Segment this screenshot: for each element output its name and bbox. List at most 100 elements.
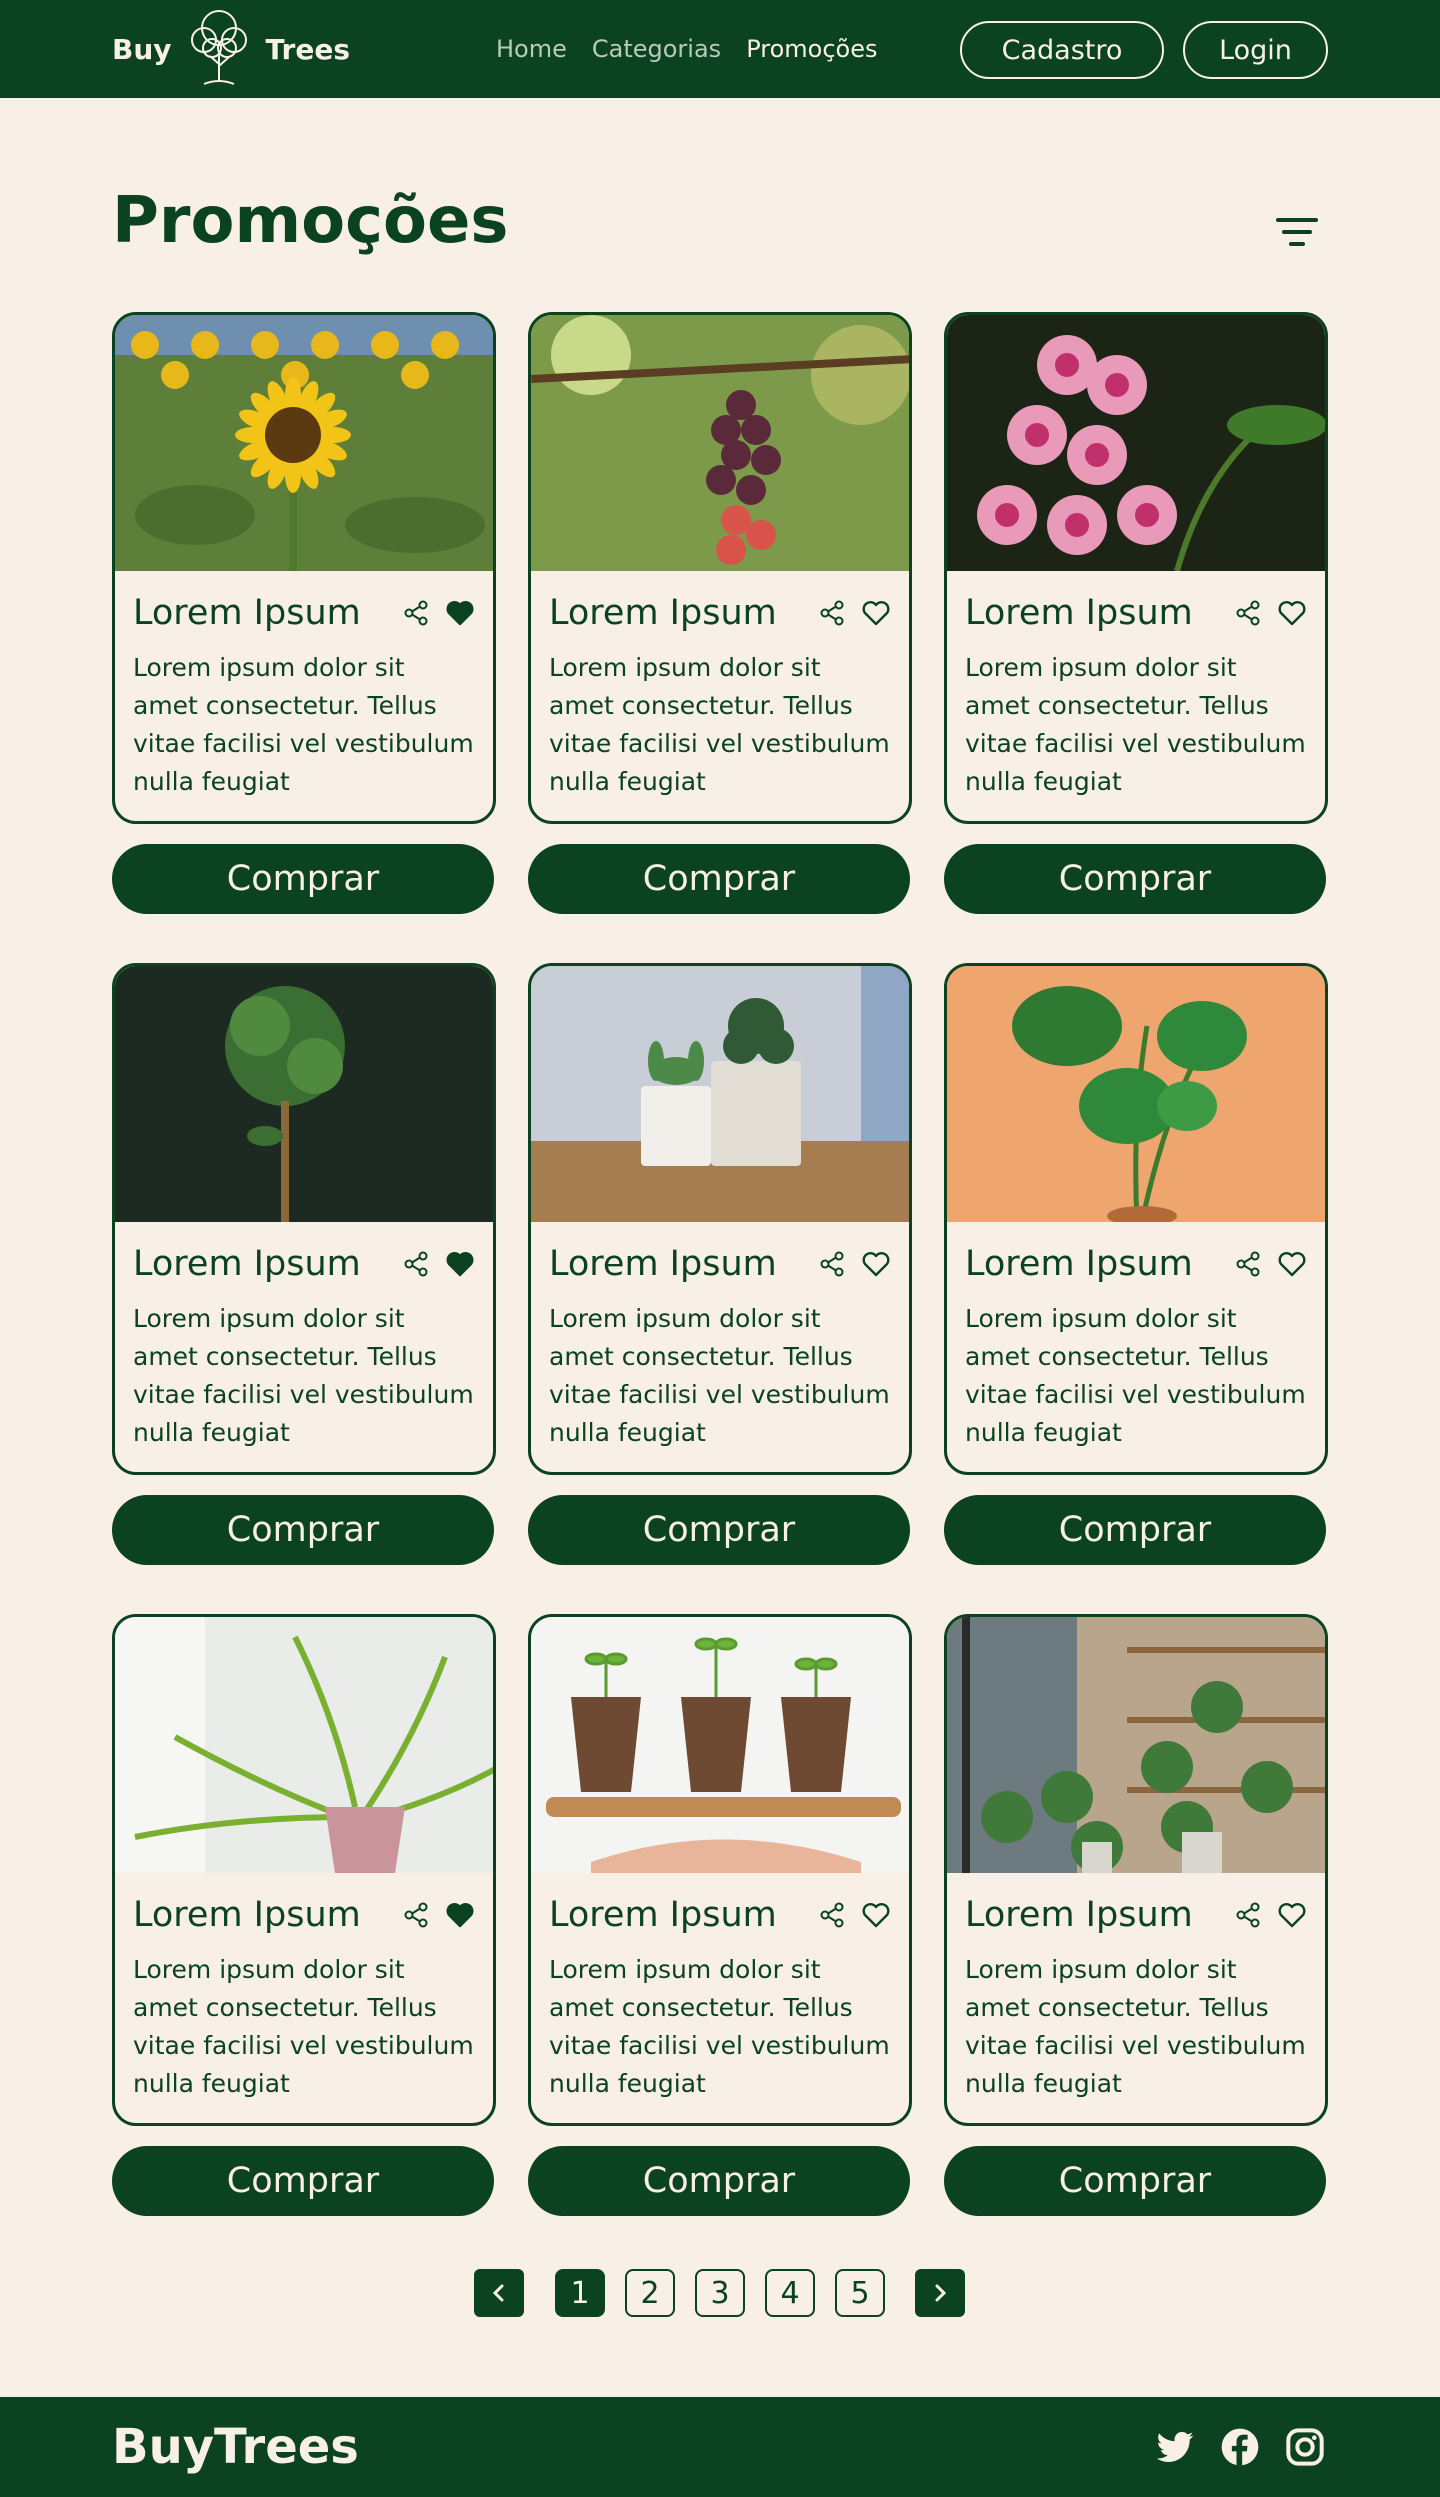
product-description: Lorem ipsum dolor sit amet consectetur. …	[549, 1955, 890, 2098]
product-card[interactable]: Lorem Ipsum Lorem ipsum dolor sit amet c…	[112, 312, 496, 824]
product-title: Lorem Ipsum	[549, 593, 777, 633]
main-nav: Home Categorias Promoções	[496, 0, 877, 98]
share-icon[interactable]	[401, 1900, 431, 1930]
product-card[interactable]: Lorem Ipsum Lorem ipsum dolor sit amet c…	[528, 1614, 912, 2126]
instagram-icon[interactable]	[1285, 2427, 1325, 2467]
page-title: Promoções	[112, 184, 509, 258]
pagination: 1 2 3 4 5	[474, 2269, 966, 2319]
product-image-wrap[interactable]	[531, 315, 909, 571]
product-title: Lorem Ipsum	[965, 593, 1193, 633]
signup-button[interactable]: Cadastro	[960, 21, 1164, 79]
footer-brand: BuyTrees	[112, 2419, 359, 2475]
tree-logo-icon	[190, 10, 247, 85]
facebook-icon[interactable]	[1220, 2427, 1260, 2467]
product-title: Lorem Ipsum	[549, 1895, 777, 1935]
product-description: Lorem ipsum dolor sit amet consectetur. …	[965, 1955, 1306, 2098]
product-title: Lorem Ipsum	[133, 593, 361, 633]
heart-outline-icon[interactable]	[861, 1249, 891, 1279]
product-image	[531, 966, 909, 1222]
buy-button[interactable]: Comprar	[944, 2146, 1326, 2216]
product-description: Lorem ipsum dolor sit amet consectetur. …	[549, 653, 890, 796]
product-image-wrap[interactable]	[947, 1617, 1325, 1873]
product-image	[947, 1617, 1325, 1873]
share-icon[interactable]	[817, 598, 847, 628]
product-image	[531, 1617, 909, 1873]
share-icon[interactable]	[1233, 1900, 1263, 1930]
page-button-1[interactable]: 1	[555, 2269, 605, 2317]
twitter-icon[interactable]	[1155, 2427, 1195, 2467]
product-image	[947, 966, 1325, 1222]
buy-button[interactable]: Comprar	[528, 2146, 910, 2216]
share-icon[interactable]	[817, 1249, 847, 1279]
filter-icon[interactable]	[1272, 210, 1322, 254]
chevron-left-icon	[492, 2284, 504, 2302]
product-title: Lorem Ipsum	[549, 1244, 777, 1284]
buy-button[interactable]: Comprar	[112, 2146, 494, 2216]
buy-button[interactable]: Comprar	[112, 844, 494, 914]
product-title: Lorem Ipsum	[133, 1895, 361, 1935]
page-button-3[interactable]: 3	[695, 2269, 745, 2317]
buy-button[interactable]: Comprar	[944, 844, 1326, 914]
page-button-2[interactable]: 2	[625, 2269, 675, 2317]
heart-outline-icon[interactable]	[861, 1900, 891, 1930]
prev-page-button[interactable]	[474, 2269, 524, 2317]
nav-categorias[interactable]: Categorias	[592, 35, 721, 63]
share-icon[interactable]	[401, 598, 431, 628]
product-image	[947, 315, 1325, 571]
product-title: Lorem Ipsum	[133, 1244, 361, 1284]
product-image-wrap[interactable]	[947, 966, 1325, 1222]
logo[interactable]: Buy Trees	[112, 4, 350, 94]
top-navbar: Buy Trees Home Categorias Promoções Cada…	[0, 0, 1440, 98]
product-image	[115, 315, 493, 571]
product-image-wrap[interactable]	[115, 966, 493, 1222]
heart-outline-icon[interactable]	[1277, 598, 1307, 628]
logo-text-right: Trees	[265, 32, 351, 66]
buy-button[interactable]: Comprar	[112, 1495, 494, 1565]
product-card[interactable]: Lorem Ipsum Lorem ipsum dolor sit amet c…	[528, 312, 912, 824]
buy-button[interactable]: Comprar	[528, 1495, 910, 1565]
product-title: Lorem Ipsum	[965, 1895, 1193, 1935]
product-description: Lorem ipsum dolor sit amet consectetur. …	[549, 1304, 890, 1447]
page-button-4[interactable]: 4	[765, 2269, 815, 2317]
buy-button[interactable]: Comprar	[944, 1495, 1326, 1565]
nav-promocoes[interactable]: Promoções	[746, 35, 877, 63]
product-image	[115, 966, 493, 1222]
product-image-wrap[interactable]	[531, 966, 909, 1222]
product-card[interactable]: Lorem Ipsum Lorem ipsum dolor sit amet c…	[944, 312, 1328, 824]
product-image	[115, 1617, 493, 1873]
chevron-right-icon	[935, 2284, 947, 2302]
product-description: Lorem ipsum dolor sit amet consectetur. …	[965, 1304, 1306, 1447]
share-icon[interactable]	[1233, 598, 1263, 628]
heart-filled-icon[interactable]	[445, 1900, 475, 1930]
product-card[interactable]: Lorem Ipsum Lorem ipsum dolor sit amet c…	[944, 963, 1328, 1475]
footer: BuyTrees	[0, 2397, 1440, 2497]
product-title: Lorem Ipsum	[965, 1244, 1193, 1284]
page-button-5[interactable]: 5	[835, 2269, 885, 2317]
share-icon[interactable]	[1233, 1249, 1263, 1279]
heart-outline-icon[interactable]	[1277, 1249, 1307, 1279]
product-description: Lorem ipsum dolor sit amet consectetur. …	[965, 653, 1306, 796]
share-icon[interactable]	[817, 1900, 847, 1930]
heart-outline-icon[interactable]	[861, 598, 891, 628]
heart-outline-icon[interactable]	[1277, 1900, 1307, 1930]
product-description: Lorem ipsum dolor sit amet consectetur. …	[133, 653, 474, 796]
product-image-wrap[interactable]	[531, 1617, 909, 1873]
heart-filled-icon[interactable]	[445, 1249, 475, 1279]
product-image-wrap[interactable]	[115, 1617, 493, 1873]
heart-filled-icon[interactable]	[445, 598, 475, 628]
product-image-wrap[interactable]	[115, 315, 493, 571]
next-page-button[interactable]	[915, 2269, 965, 2317]
product-image	[531, 315, 909, 571]
login-button[interactable]: Login	[1183, 21, 1328, 79]
buy-button[interactable]: Comprar	[528, 844, 910, 914]
product-description: Lorem ipsum dolor sit amet consectetur. …	[133, 1955, 474, 2098]
nav-home[interactable]: Home	[496, 35, 567, 63]
product-card[interactable]: Lorem Ipsum Lorem ipsum dolor sit amet c…	[944, 1614, 1328, 2126]
product-card[interactable]: Lorem Ipsum Lorem ipsum dolor sit amet c…	[528, 963, 912, 1475]
logo-text-left: Buy	[112, 32, 172, 66]
share-icon[interactable]	[401, 1249, 431, 1279]
product-image-wrap[interactable]	[947, 315, 1325, 571]
product-card[interactable]: Lorem Ipsum Lorem ipsum dolor sit amet c…	[112, 1614, 496, 2126]
product-card[interactable]: Lorem Ipsum Lorem ipsum dolor sit amet c…	[112, 963, 496, 1475]
product-description: Lorem ipsum dolor sit amet consectetur. …	[133, 1304, 474, 1447]
